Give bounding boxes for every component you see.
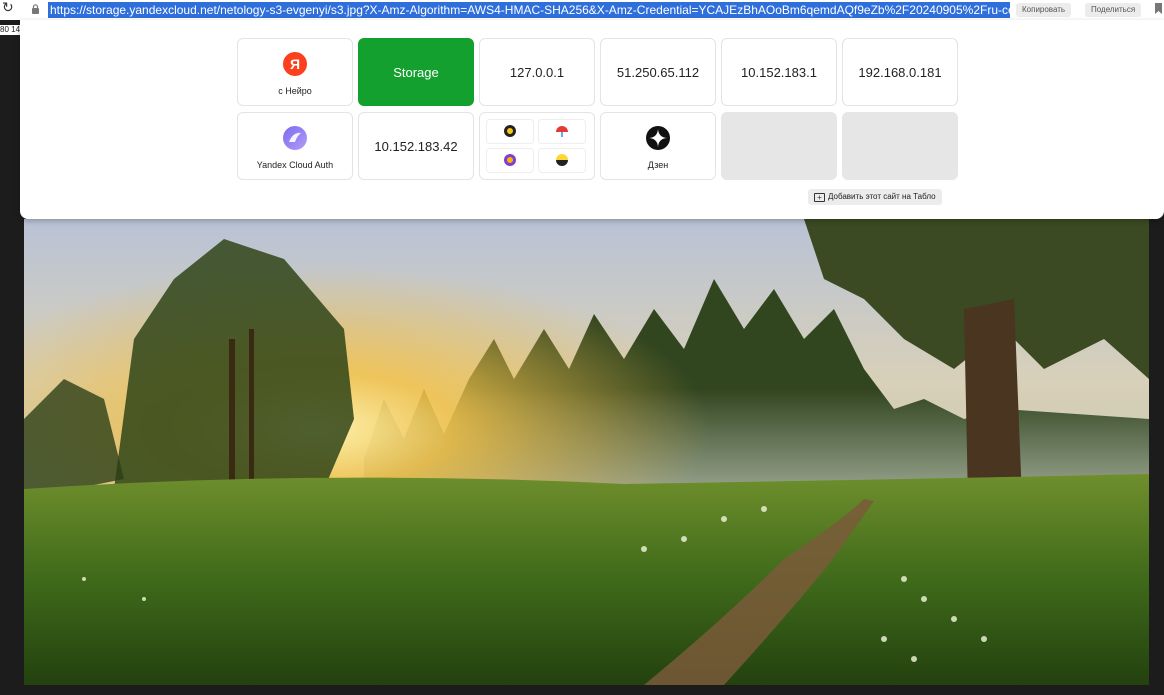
tile-app-group[interactable]	[479, 112, 595, 180]
tile-label: 10.152.183.1	[741, 64, 817, 80]
app-group-item[interactable]	[486, 148, 534, 173]
tile-label: 51.250.65.112	[616, 64, 700, 80]
tile-label: 10.152.183.42	[374, 138, 458, 154]
url-field[interactable]: https://storage.yandexcloud.net/netology…	[48, 2, 1010, 18]
tile-ip-10-1[interactable]: 10.152.183.1	[721, 38, 837, 106]
tile-label: Yandex Cloud Auth	[256, 160, 334, 170]
tile-label: 127.0.0.1	[509, 64, 565, 80]
plus-icon: +	[814, 193, 825, 202]
lock-icon	[32, 4, 39, 14]
tile-empty[interactable]	[721, 112, 837, 180]
tile-neuro[interactable]: Я с Нейро	[237, 38, 353, 106]
tile-label: 192.168.0.181	[858, 64, 942, 80]
tile-empty[interactable]	[842, 112, 958, 180]
star-app-icon	[504, 125, 516, 137]
app-group-item[interactable]	[538, 148, 586, 173]
address-bar: ↻ https://storage.yandexcloud.net/netolo…	[0, 0, 1164, 20]
side-text: 80 14	[0, 25, 21, 35]
tablo-panel: Я с Нейро Storage 127.0.0.1 51.250.65.11…	[20, 20, 1164, 219]
reload-icon[interactable]: ↻	[2, 1, 16, 15]
tile-ip-10-42[interactable]: 10.152.183.42	[358, 112, 474, 180]
add-site-button[interactable]: + Добавить этот сайт на Табло	[808, 189, 942, 205]
app-group-item[interactable]	[538, 119, 586, 144]
landscape-photo	[24, 219, 1149, 685]
add-site-label: Добавить этот сайт на Табло	[828, 192, 936, 201]
tile-label: Дзен	[647, 160, 669, 170]
tile-cloud-auth[interactable]: Yandex Cloud Auth	[237, 112, 353, 180]
taxi-app-icon	[556, 154, 568, 166]
tile-localhost[interactable]: 127.0.0.1	[479, 38, 595, 106]
app-group-item[interactable]	[486, 119, 534, 144]
tile-dzen[interactable]: Дзен	[600, 112, 716, 180]
dzen-icon	[646, 126, 670, 150]
svg-text:Я: Я	[290, 56, 300, 72]
tile-ip-51[interactable]: 51.250.65.112	[600, 38, 716, 106]
copy-button[interactable]: Копировать	[1016, 3, 1072, 17]
share-button[interactable]: Поделиться	[1085, 3, 1142, 17]
tile-storage[interactable]: Storage	[358, 38, 474, 106]
tile-label: с Нейро	[278, 86, 312, 96]
globe-app-icon	[504, 154, 516, 166]
tile-ip-192[interactable]: 192.168.0.181	[842, 38, 958, 106]
yandex-cloud-auth-icon	[283, 126, 307, 150]
umbrella-app-icon	[556, 126, 568, 137]
tile-label: Storage	[393, 64, 439, 80]
yandex-ya-icon: Я	[283, 52, 307, 76]
bookmark-icon[interactable]	[1155, 3, 1162, 14]
